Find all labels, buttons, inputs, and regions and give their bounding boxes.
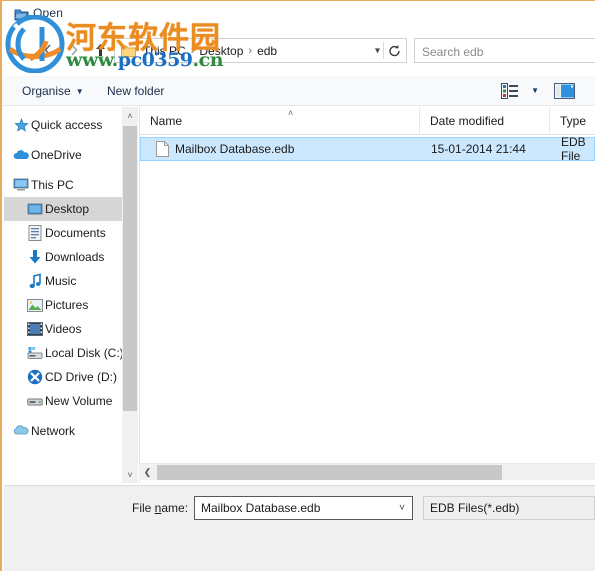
table-row[interactable]: Mailbox Database.edb 15-01-2014 21:44 ED… — [140, 135, 595, 163]
open-folder-icon — [14, 7, 29, 22]
title-bar: Open — [2, 1, 595, 29]
pictures-icon — [27, 297, 43, 313]
file-name-cell: Mailbox Database.edb — [175, 142, 295, 156]
cloud-icon — [13, 147, 29, 163]
chevron-down-icon[interactable]: ▼ — [531, 86, 539, 95]
sidebar-item-label: OneDrive — [31, 148, 82, 162]
sidebar-item-label: Music — [45, 274, 77, 288]
sidebar-item-label: New Volume — [45, 394, 113, 408]
file-date-cell: 15-01-2014 21:44 — [431, 142, 526, 156]
file-name-value: Mailbox Database.edb — [201, 501, 321, 515]
sidebar-item-onedrive[interactable]: OneDrive — [4, 143, 122, 167]
file-name-input[interactable]: Mailbox Database.edb ˅ — [194, 496, 413, 520]
sidebar-item-label: Quick access — [31, 118, 103, 132]
search-input[interactable] — [414, 38, 595, 63]
scroll-down-icon[interactable]: ˅ — [122, 466, 138, 483]
sidebar-item-this-pc[interactable]: This PC — [4, 173, 122, 197]
breadcrumb-item-0[interactable]: This PC — [140, 44, 189, 58]
sidebar-item-label: Desktop — [45, 202, 90, 216]
folder-icon — [121, 44, 136, 58]
column-header-type[interactable]: Type — [550, 107, 595, 135]
cd-drive-icon — [27, 369, 43, 385]
dialog-footer: File name: Mailbox Database.edb ˅ EDB Fi… — [4, 485, 595, 571]
breadcrumb-separator: › — [190, 44, 195, 57]
column-label: Date modified — [430, 114, 505, 128]
file-icon — [156, 141, 169, 157]
column-label: Type — [560, 114, 587, 128]
sidebar-item-label: CD Drive (D:) — [45, 370, 117, 384]
music-icon — [27, 273, 43, 289]
sidebar-item-cd-drive-d[interactable]: CD Drive (D:) — [4, 365, 122, 389]
file-list-pane: Name ˄ Date modified Type Mailbox Databa… — [139, 107, 595, 483]
documents-icon — [27, 225, 43, 241]
navigation-bar: This PC › Desktop › edb ▾ Search edb — [2, 35, 595, 67]
chevron-down-icon: ▼ — [75, 86, 84, 96]
chevron-down-icon[interactable]: ▾ — [375, 45, 380, 56]
breadcrumb[interactable]: This PC › Desktop › edb ▾ — [114, 38, 407, 63]
sidebar-scrollbar[interactable]: ˄ ˅ — [122, 107, 138, 483]
sidebar-item-videos[interactable]: Videos — [4, 317, 122, 341]
file-type-cell: EDB File — [561, 135, 586, 163]
scroll-left-icon[interactable]: ❮ — [139, 464, 156, 481]
file-type-filter-value: EDB Files(*.edb) — [430, 501, 520, 515]
sidebar-item-label: Local Disk (C:) — [45, 346, 122, 360]
label-part: File — [132, 501, 155, 515]
scroll-up-icon[interactable]: ˄ — [122, 107, 138, 124]
download-icon — [27, 249, 43, 265]
sidebar-item-local-disk-c[interactable]: Local Disk (C:) — [4, 341, 122, 365]
window-title: Open — [33, 6, 64, 20]
chevron-down-icon[interactable]: ˅ — [399, 503, 405, 514]
computer-icon — [13, 177, 29, 193]
column-label: Name — [150, 114, 183, 128]
sidebar-item-label: Videos — [45, 322, 82, 336]
sidebar-item-quick-access[interactable]: Quick access — [4, 113, 122, 137]
sidebar-item-documents[interactable]: Documents — [4, 221, 122, 245]
navigation-sidebar[interactable]: Quick access OneDrive This PC Desktop Do… — [4, 107, 122, 483]
star-icon — [13, 117, 29, 133]
sidebar-item-label: Documents — [45, 226, 106, 240]
sidebar-item-new-volume[interactable]: New Volume — [4, 389, 122, 413]
label-part: ame: — [161, 501, 189, 515]
new-folder-button[interactable]: New folder — [107, 82, 164, 100]
sidebar-item-pictures[interactable]: Pictures — [4, 293, 122, 317]
open-file-dialog: Open This PC › Desktop › edb ▾ Search ed… — [0, 0, 595, 571]
sort-ascending-icon: ˄ — [288, 108, 294, 118]
harddisk-icon — [27, 345, 43, 361]
chevron-right-icon[interactable] — [62, 37, 86, 63]
organise-label: Organise — [22, 84, 71, 98]
sidebar-item-downloads[interactable]: Downloads — [4, 245, 122, 269]
sidebar-item-network[interactable]: Network — [4, 419, 122, 443]
chevron-left-icon[interactable] — [36, 37, 60, 63]
breadcrumb-item-2[interactable]: edb — [254, 44, 280, 58]
sidebar-item-label: Downloads — [45, 250, 105, 264]
file-type-filter-select[interactable]: EDB Files(*.edb) — [423, 496, 595, 520]
network-icon — [13, 423, 29, 439]
scrollbar-thumb[interactable] — [157, 465, 502, 480]
videos-icon — [27, 321, 43, 337]
desktop-icon — [27, 201, 43, 217]
divider — [383, 42, 384, 59]
scrollbar-thumb[interactable] — [123, 126, 137, 411]
sidebar-item-desktop[interactable]: Desktop — [4, 197, 122, 221]
command-toolbar: Organise ▼ New folder ▼ — [2, 76, 595, 106]
new-folder-label: New folder — [107, 84, 165, 98]
refresh-icon[interactable] — [385, 41, 404, 60]
sidebar-item-label: This PC — [31, 178, 74, 192]
preview-pane-icon[interactable] — [554, 83, 575, 99]
sidebar-item-music[interactable]: Music — [4, 269, 122, 293]
file-name-label: File name: — [132, 501, 188, 515]
file-list-horizontal-scrollbar[interactable]: ❮ — [139, 463, 595, 480]
column-header-row: Name ˄ Date modified Type — [140, 107, 595, 135]
drive-icon — [27, 393, 43, 409]
column-header-name[interactable]: Name ˄ — [140, 107, 420, 135]
sidebar-item-label: Network — [31, 424, 76, 438]
breadcrumb-separator: › — [248, 44, 253, 57]
list-view-icon[interactable] — [501, 83, 519, 99]
breadcrumb-item-1[interactable]: Desktop — [196, 44, 246, 58]
arrow-up-icon[interactable] — [88, 37, 112, 63]
column-header-date-modified[interactable]: Date modified — [420, 107, 550, 135]
organise-button[interactable]: Organise ▼ — [22, 82, 84, 100]
sidebar-item-label: Pictures — [45, 298, 89, 312]
